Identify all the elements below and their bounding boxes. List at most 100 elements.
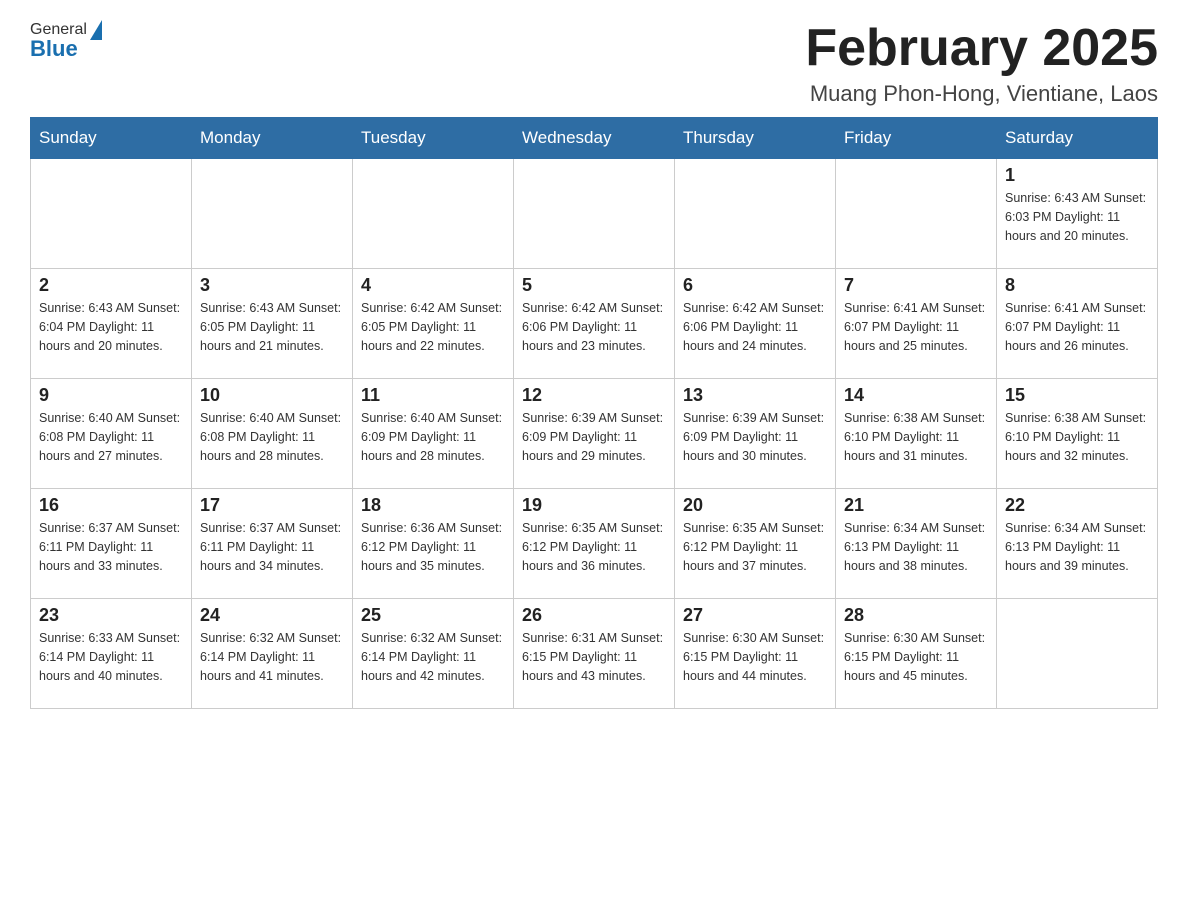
calendar-cell: 27Sunrise: 6:30 AM Sunset: 6:15 PM Dayli…	[675, 599, 836, 709]
day-info: Sunrise: 6:42 AM Sunset: 6:06 PM Dayligh…	[522, 299, 666, 355]
day-info: Sunrise: 6:43 AM Sunset: 6:03 PM Dayligh…	[1005, 189, 1149, 245]
day-number: 20	[683, 495, 827, 516]
day-number: 6	[683, 275, 827, 296]
weekday-header-tuesday: Tuesday	[353, 118, 514, 159]
week-row-2: 2 Sunrise: 6:43 AM Sunset: 6:04 PM Daylig…	[31, 269, 1158, 379]
calendar-cell: 11 Sunrise: 6:40 AM Sunset: 6:09 PM Dayli…	[353, 379, 514, 489]
calendar-cell: 13 Sunrise: 6:39 AM Sunset: 6:09 PM Dayli…	[675, 379, 836, 489]
day-number: 21	[844, 495, 988, 516]
calendar-cell: 18 Sunrise: 6:36 AM Sunset: 6:12 PM Dayli…	[353, 489, 514, 599]
calendar-cell: 7 Sunrise: 6:41 AM Sunset: 6:07 PM Daylig…	[836, 269, 997, 379]
calendar-cell: 21 Sunrise: 6:34 AM Sunset: 6:13 PM Dayli…	[836, 489, 997, 599]
day-number: 24	[200, 605, 344, 626]
calendar-cell	[514, 159, 675, 269]
calendar-cell: 28 Sunrise: 6:30 AM Sunset: 6:15 PM Dayli…	[836, 599, 997, 709]
logo: General Blue	[30, 20, 102, 62]
weekday-header-monday: Monday	[192, 118, 353, 159]
day-number: 18	[361, 495, 505, 516]
day-info: Sunrise: 6:43 AM Sunset: 6:04 PM Dayligh…	[39, 299, 183, 355]
title-block: February 2025 Muang Phon-Hong, Vientiane…	[805, 20, 1158, 107]
day-number: 22	[1005, 495, 1149, 516]
day-number: 7	[844, 275, 988, 296]
day-info: Sunrise: 6:30 AM Sunset: 6:15 PM Dayligh…	[683, 629, 827, 685]
day-number: 28	[844, 605, 988, 626]
calendar-cell	[31, 159, 192, 269]
location-subtitle: Muang Phon-Hong, Vientiane, Laos	[805, 81, 1158, 107]
calendar-cell: 16 Sunrise: 6:37 AM Sunset: 6:11 PM Dayli…	[31, 489, 192, 599]
calendar-cell: 19Sunrise: 6:35 AM Sunset: 6:12 PM Dayli…	[514, 489, 675, 599]
calendar-cell: 23 Sunrise: 6:33 AM Sunset: 6:14 PM Dayli…	[31, 599, 192, 709]
calendar-cell: 14 Sunrise: 6:38 AM Sunset: 6:10 PM Dayli…	[836, 379, 997, 489]
weekday-header-sunday: Sunday	[31, 118, 192, 159]
calendar-cell: 8Sunrise: 6:41 AM Sunset: 6:07 PM Daylig…	[997, 269, 1158, 379]
day-info: Sunrise: 6:41 AM Sunset: 6:07 PM Dayligh…	[1005, 299, 1149, 355]
calendar-cell	[675, 159, 836, 269]
calendar-cell: 17 Sunrise: 6:37 AM Sunset: 6:11 PM Dayli…	[192, 489, 353, 599]
day-number: 17	[200, 495, 344, 516]
calendar-cell: 9 Sunrise: 6:40 AM Sunset: 6:08 PM Daylig…	[31, 379, 192, 489]
calendar-cell: 10 Sunrise: 6:40 AM Sunset: 6:08 PM Dayli…	[192, 379, 353, 489]
day-number: 4	[361, 275, 505, 296]
month-title: February 2025	[805, 20, 1158, 77]
day-number: 1	[1005, 165, 1149, 186]
day-number: 2	[39, 275, 183, 296]
day-info: Sunrise: 6:32 AM Sunset: 6:14 PM Dayligh…	[361, 629, 505, 685]
day-number: 12	[522, 385, 666, 406]
day-info: Sunrise: 6:31 AM Sunset: 6:15 PM Dayligh…	[522, 629, 666, 685]
week-row-4: 16 Sunrise: 6:37 AM Sunset: 6:11 PM Dayli…	[31, 489, 1158, 599]
day-number: 14	[844, 385, 988, 406]
day-number: 9	[39, 385, 183, 406]
day-info: Sunrise: 6:35 AM Sunset: 6:12 PM Dayligh…	[522, 519, 666, 575]
day-info: Sunrise: 6:38 AM Sunset: 6:10 PM Dayligh…	[844, 409, 988, 465]
day-info: Sunrise: 6:43 AM Sunset: 6:05 PM Dayligh…	[200, 299, 344, 355]
day-info: Sunrise: 6:42 AM Sunset: 6:05 PM Dayligh…	[361, 299, 505, 355]
day-info: Sunrise: 6:39 AM Sunset: 6:09 PM Dayligh…	[522, 409, 666, 465]
day-info: Sunrise: 6:34 AM Sunset: 6:13 PM Dayligh…	[844, 519, 988, 575]
day-info: Sunrise: 6:34 AM Sunset: 6:13 PM Dayligh…	[1005, 519, 1149, 575]
day-number: 16	[39, 495, 183, 516]
week-row-5: 23 Sunrise: 6:33 AM Sunset: 6:14 PM Dayli…	[31, 599, 1158, 709]
day-number: 11	[361, 385, 505, 406]
day-info: Sunrise: 6:30 AM Sunset: 6:15 PM Dayligh…	[844, 629, 988, 685]
day-info: Sunrise: 6:41 AM Sunset: 6:07 PM Dayligh…	[844, 299, 988, 355]
day-info: Sunrise: 6:33 AM Sunset: 6:14 PM Dayligh…	[39, 629, 183, 685]
day-number: 23	[39, 605, 183, 626]
calendar-cell: 3 Sunrise: 6:43 AM Sunset: 6:05 PM Daylig…	[192, 269, 353, 379]
day-number: 13	[683, 385, 827, 406]
calendar-cell: 2 Sunrise: 6:43 AM Sunset: 6:04 PM Daylig…	[31, 269, 192, 379]
day-info: Sunrise: 6:39 AM Sunset: 6:09 PM Dayligh…	[683, 409, 827, 465]
calendar-cell: 22 Sunrise: 6:34 AM Sunset: 6:13 PM Dayli…	[997, 489, 1158, 599]
day-info: Sunrise: 6:40 AM Sunset: 6:08 PM Dayligh…	[39, 409, 183, 465]
calendar-cell	[192, 159, 353, 269]
day-info: Sunrise: 6:40 AM Sunset: 6:08 PM Dayligh…	[200, 409, 344, 465]
day-number: 25	[361, 605, 505, 626]
day-number: 3	[200, 275, 344, 296]
logo-blue-text: Blue	[30, 36, 78, 61]
calendar-cell	[836, 159, 997, 269]
weekday-header-thursday: Thursday	[675, 118, 836, 159]
day-info: Sunrise: 6:37 AM Sunset: 6:11 PM Dayligh…	[200, 519, 344, 575]
weekday-header-saturday: Saturday	[997, 118, 1158, 159]
day-info: Sunrise: 6:35 AM Sunset: 6:12 PM Dayligh…	[683, 519, 827, 575]
calendar-cell: 4 Sunrise: 6:42 AM Sunset: 6:05 PM Daylig…	[353, 269, 514, 379]
calendar-cell	[997, 599, 1158, 709]
weekday-header-friday: Friday	[836, 118, 997, 159]
day-number: 5	[522, 275, 666, 296]
week-row-3: 9 Sunrise: 6:40 AM Sunset: 6:08 PM Daylig…	[31, 379, 1158, 489]
day-info: Sunrise: 6:36 AM Sunset: 6:12 PM Dayligh…	[361, 519, 505, 575]
day-number: 26	[522, 605, 666, 626]
day-info: Sunrise: 6:37 AM Sunset: 6:11 PM Dayligh…	[39, 519, 183, 575]
day-info: Sunrise: 6:40 AM Sunset: 6:09 PM Dayligh…	[361, 409, 505, 465]
calendar-cell: 12 Sunrise: 6:39 AM Sunset: 6:09 PM Dayli…	[514, 379, 675, 489]
day-number: 10	[200, 385, 344, 406]
calendar-cell: 24 Sunrise: 6:32 AM Sunset: 6:14 PM Dayli…	[192, 599, 353, 709]
day-number: 15	[1005, 385, 1149, 406]
calendar-cell: 6Sunrise: 6:42 AM Sunset: 6:06 PM Daylig…	[675, 269, 836, 379]
calendar-cell: 26 Sunrise: 6:31 AM Sunset: 6:15 PM Dayli…	[514, 599, 675, 709]
day-info: Sunrise: 6:32 AM Sunset: 6:14 PM Dayligh…	[200, 629, 344, 685]
weekday-header-row: SundayMondayTuesdayWednesdayThursdayFrid…	[31, 118, 1158, 159]
calendar-cell: 1 Sunrise: 6:43 AM Sunset: 6:03 PM Daylig…	[997, 159, 1158, 269]
calendar-cell: 20 Sunrise: 6:35 AM Sunset: 6:12 PM Dayli…	[675, 489, 836, 599]
week-row-1: 1 Sunrise: 6:43 AM Sunset: 6:03 PM Daylig…	[31, 159, 1158, 269]
calendar-table: SundayMondayTuesdayWednesdayThursdayFrid…	[30, 117, 1158, 709]
